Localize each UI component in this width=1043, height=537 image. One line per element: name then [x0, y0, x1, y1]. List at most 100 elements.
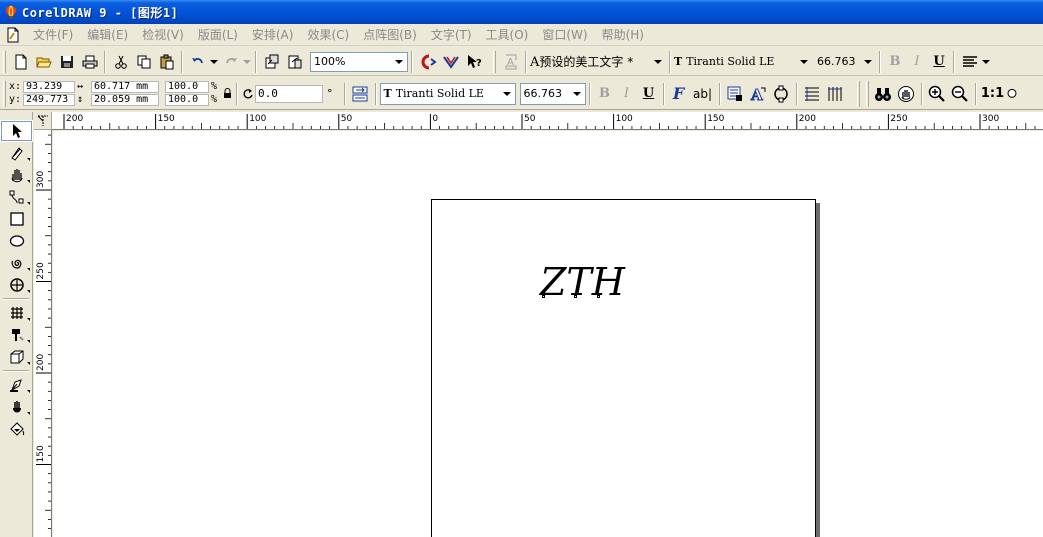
menu-help[interactable]: 帮助(H) [595, 25, 651, 45]
mirror-button[interactable] [349, 82, 372, 105]
document-icon[interactable] [4, 26, 22, 44]
undo-dropdown-arrow[interactable] [209, 50, 219, 73]
menu-tools[interactable]: 工具(O) [479, 25, 536, 45]
corel-application-launcher-button[interactable] [416, 50, 439, 73]
zoom-level-combo[interactable]: 100% [310, 51, 408, 72]
view-manager-button[interactable] [872, 82, 895, 105]
scale-x-field[interactable]: 100.0 [165, 81, 209, 93]
pen-outline-tool[interactable] [0, 374, 33, 396]
toolbar-grip[interactable] [493, 50, 496, 73]
text-node-handle[interactable] [574, 295, 577, 298]
vertical-ruler[interactable]: 300 250 200 150 [34, 130, 52, 537]
zoom-dropdown-arrow[interactable] [391, 53, 407, 71]
whats-this-help-button[interactable]: ? [462, 50, 485, 73]
polygon-tool[interactable] [0, 252, 33, 274]
rectangle-tool[interactable] [0, 208, 33, 230]
open-button[interactable] [32, 50, 55, 73]
width-field[interactable]: 60.717 mm [91, 81, 159, 93]
coreldraw-balloon-icon[interactable] [4, 5, 18, 19]
font-size-dropdown-arrow[interactable] [569, 85, 585, 103]
underline-button[interactable]: U [638, 82, 660, 105]
text-tool-toggle[interactable]: A [499, 50, 522, 73]
font-combo-standard[interactable]: T Tiranti Solid LE [674, 52, 812, 72]
alignment-dropdown-arrow[interactable] [981, 50, 991, 73]
interactive-tool[interactable] [0, 302, 33, 324]
font-combo-property[interactable]: T Tiranti Solid LE [379, 82, 516, 105]
vertical-text-button[interactable] [824, 82, 847, 105]
bold-button-standard[interactable]: B [884, 50, 906, 73]
print-button[interactable] [78, 50, 101, 73]
corel-online-button[interactable] [439, 50, 462, 73]
drawing-canvas[interactable]: ZTH [53, 131, 1043, 537]
save-button[interactable] [55, 50, 78, 73]
horizontal-text-button[interactable] [801, 82, 824, 105]
cut-button[interactable] [109, 50, 132, 73]
redo-button[interactable] [219, 50, 242, 73]
zoom-out-button[interactable] [949, 82, 972, 105]
menu-effects[interactable]: 效果(C) [300, 25, 356, 45]
nonproportional-lock-button[interactable] [221, 82, 233, 105]
height-field[interactable]: 20.059 mm [91, 94, 159, 106]
font-size-dropdown-arrow[interactable] [860, 53, 876, 71]
text-node-handle[interactable] [597, 295, 600, 298]
toolbar-grip[interactable] [865, 80, 869, 107]
fit-text-to-path-button[interactable] [770, 82, 793, 105]
y-position-field[interactable]: 249.773 [23, 94, 75, 106]
text-to-curves-button[interactable]: A [747, 82, 770, 105]
ellipse-tool[interactable] [0, 230, 33, 252]
zoom-in-button[interactable] [926, 82, 949, 105]
pan-button[interactable] [895, 82, 918, 105]
menu-layout[interactable]: 版面(L) [191, 25, 245, 45]
menu-edit[interactable]: 编辑(E) [80, 25, 135, 45]
pick-tool[interactable] [0, 120, 33, 142]
text-style-dropdown-arrow[interactable] [650, 53, 666, 71]
text-style-combo[interactable]: A预设的美工文字 * [530, 52, 666, 72]
edit-text-button[interactable]: ab| [690, 82, 716, 105]
new-button[interactable] [9, 50, 32, 73]
interactive-fill-tool[interactable] [0, 418, 33, 440]
export-button[interactable] [283, 50, 306, 73]
horizontal-ruler[interactable]: 200 150 100 50 0 50 100 150 200 250 300 [52, 112, 1043, 130]
menu-arrange[interactable]: 安排(A) [245, 25, 301, 45]
shape-tool[interactable] [0, 142, 33, 164]
menu-text[interactable]: 文字(T) [424, 25, 479, 45]
fill-tool[interactable] [0, 396, 33, 418]
import-button[interactable] [260, 50, 283, 73]
x-position-field[interactable]: 93.239 [23, 81, 75, 93]
toolbar-grip[interactable] [856, 80, 860, 107]
alignment-button[interactable] [958, 50, 981, 73]
copy-button[interactable] [132, 50, 155, 73]
font-dropdown-arrow[interactable] [796, 53, 812, 71]
toolbar-grip[interactable] [3, 80, 6, 107]
text-node-handle[interactable] [542, 295, 545, 298]
zoom-to-fit-button[interactable] [1006, 82, 1018, 105]
paste-button[interactable] [155, 50, 178, 73]
font-size-combo-standard[interactable]: 66.763 [814, 52, 876, 72]
zoom-pan-tool[interactable] [0, 164, 33, 186]
drawing-page[interactable]: ZTH [431, 199, 816, 537]
eyedropper-tool[interactable] [0, 324, 33, 346]
menu-bitmaps[interactable]: 点阵图(B) [356, 25, 424, 45]
font-size-combo-property[interactable]: 66.763 [519, 82, 586, 105]
outline-tool[interactable] [0, 346, 33, 368]
font-dropdown-arrow[interactable] [499, 85, 515, 103]
artistic-text-object[interactable]: ZTH [540, 260, 625, 304]
scale-y-field[interactable]: 100.0 [165, 94, 209, 106]
menu-window[interactable]: 窗口(W) [535, 25, 594, 45]
zoom-one-to-one-button[interactable]: 1:1 [980, 82, 1006, 105]
menu-file[interactable]: 文件(F) [26, 25, 80, 45]
rotation-angle-field[interactable]: 0.0 [255, 84, 323, 103]
undo-button[interactable] [186, 50, 209, 73]
bold-button[interactable]: B [594, 82, 616, 105]
convert-text-button[interactable] [724, 82, 747, 105]
text-tool[interactable] [0, 274, 33, 296]
redo-dropdown-arrow[interactable] [242, 50, 252, 73]
curve-tool[interactable] [0, 186, 33, 208]
italic-button-standard[interactable]: I [906, 50, 928, 73]
format-text-button[interactable]: F [668, 82, 690, 105]
underline-button-standard[interactable]: U [928, 50, 950, 73]
menu-view[interactable]: 检视(V) [135, 25, 191, 45]
italic-button[interactable]: I [616, 82, 638, 105]
ruler-origin-corner[interactable] [34, 112, 52, 130]
toolbar-grip[interactable] [3, 50, 6, 73]
